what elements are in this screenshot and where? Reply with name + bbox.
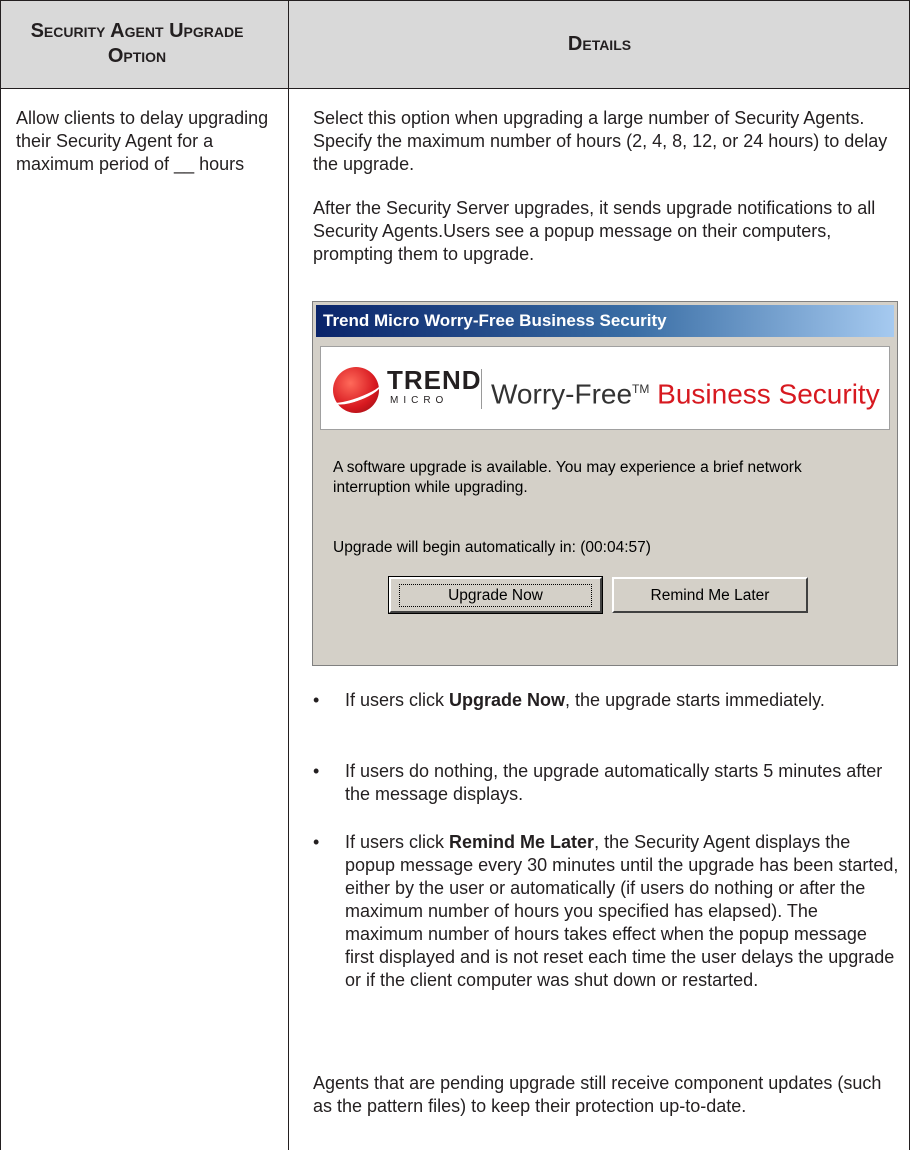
table-column-divider: [288, 0, 289, 1150]
dialog-countdown: Upgrade will begin automatically in: (00…: [333, 539, 651, 556]
brand-micro: MICRO: [390, 395, 449, 406]
brand-trend: TREND: [387, 365, 482, 395]
bullet-text-post: , the upgrade starts immediately.: [565, 690, 825, 710]
upgrade-now-label: Upgrade Now: [399, 584, 592, 607]
product-name-b: Business Security: [657, 378, 880, 410]
dialog-titlebar: Trend Micro Worry-Free Business Security: [316, 305, 894, 337]
trademark-mark: TM: [632, 382, 650, 396]
bullet-dot: •: [313, 832, 320, 852]
header-details: Details: [567, 32, 632, 55]
details-paragraph-2: After the Security Server upgrades, it s…: [313, 198, 876, 264]
product-name: Worry-FreeTM Business Security: [491, 369, 880, 414]
details-paragraph-1: Select this option when upgrading a larg…: [313, 108, 888, 174]
bullet-text-post: , the Security Agent displays the popup …: [345, 832, 899, 990]
bullet-text-pre: If users click: [345, 832, 450, 852]
upgrade-now-button[interactable]: Upgrade Now: [388, 576, 603, 614]
bullet-text: If users do nothing, the upgrade automat…: [345, 761, 883, 804]
dialog-message: A software upgrade is available. You may…: [333, 459, 802, 496]
header-option: Security Agent Upgrade Option: [30, 20, 244, 67]
product-name-a: Worry-Free: [491, 378, 633, 410]
brand-wordmark: TREND MICRO: [387, 363, 481, 413]
upgrade-popup-dialog: Trend Micro Worry-Free Business Security…: [312, 301, 898, 666]
option-text: Allow clients to delay upgrading their S…: [16, 108, 269, 174]
bullet-text-pre: If users click: [345, 690, 450, 710]
brand-separator: [481, 369, 482, 409]
bullet-text-bold: Remind Me Later: [449, 832, 595, 852]
bullet-dot: •: [313, 690, 320, 710]
bullet-text: If users click Remind Me Later, the Secu…: [345, 831, 900, 992]
product-banner: TREND MICRO Worry-FreeTM Business Securi…: [320, 346, 890, 430]
details-paragraph-last: Agents that are pending upgrade still re…: [313, 1073, 882, 1116]
table-header-divider: [0, 88, 910, 89]
table-border-left: [0, 0, 1, 1150]
bullet-dot: •: [313, 761, 320, 781]
remind-me-later-button[interactable]: Remind Me Later: [612, 577, 808, 613]
bullet-text: If users click Upgrade Now, the upgrade …: [345, 689, 900, 712]
bullet-text-bold: Upgrade Now: [449, 690, 566, 710]
upgrade-options-table: Security Agent Upgrade Option Details Al…: [0, 0, 910, 1150]
